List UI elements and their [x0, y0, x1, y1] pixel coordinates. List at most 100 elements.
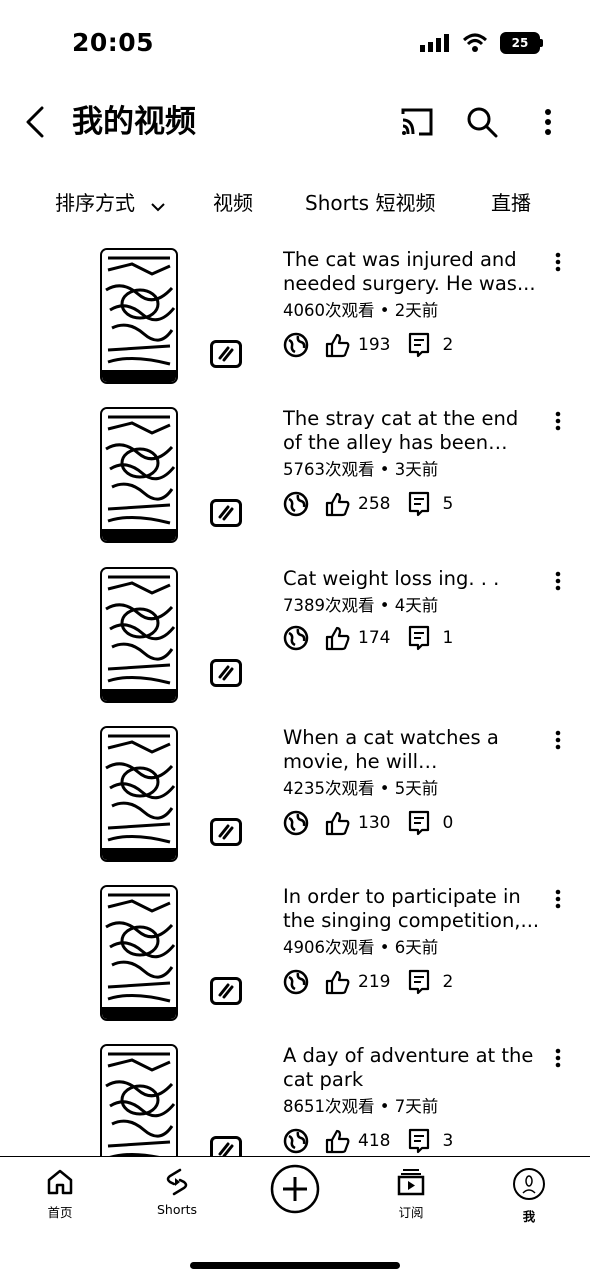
video-row[interactable]: Cat weight loss ing. . . 7389次观看 • 4天前 1… [0, 567, 590, 717]
video-more-button[interactable] [548, 1046, 568, 1070]
video-date: 3天前 [394, 460, 439, 479]
nav-home[interactable]: 首页 [15, 1167, 105, 1221]
video-title[interactable]: When a cat watches a movie, he will some… [283, 726, 541, 774]
globe-icon [283, 332, 309, 358]
globe-icon [283, 625, 309, 651]
video-date: 6天前 [394, 938, 439, 957]
like-count: 174 [358, 628, 391, 648]
video-title[interactable]: The cat was injured and needed surgery. … [283, 248, 541, 296]
video-views: 4060次观看 [283, 301, 375, 320]
status-icons: 25 [420, 28, 543, 58]
tab-live[interactable]: 直播 [491, 185, 531, 221]
more-vert-icon [545, 109, 551, 135]
more-vert-icon [555, 889, 561, 909]
video-more-button[interactable] [548, 887, 568, 911]
more-vert-icon [555, 252, 561, 272]
shorts-badge-icon [210, 977, 242, 1005]
comment-count: 3 [442, 1131, 454, 1151]
video-title[interactable]: A day of adventure at the cat park [283, 1044, 541, 1092]
comment-icon [408, 491, 430, 517]
cast-button[interactable] [395, 100, 439, 144]
video-row[interactable]: The cat was injured and needed surgery. … [0, 248, 590, 398]
more-vert-icon [555, 571, 561, 591]
shorts-badge-icon [210, 499, 242, 527]
nav-shorts[interactable]: Shorts [132, 1167, 222, 1217]
like-icon [325, 810, 351, 836]
sort-dropdown[interactable]: 排序方式 [55, 185, 166, 223]
nav-subscriptions-label: 订阅 [398, 1205, 424, 1220]
home-indicator [190, 1262, 400, 1269]
like-icon [325, 332, 351, 358]
video-row[interactable]: In order to participate in the singing c… [0, 885, 590, 1035]
nav-subscriptions[interactable]: 订阅 [366, 1167, 456, 1221]
video-thumbnail[interactable] [100, 407, 178, 543]
nav-home-label: 首页 [47, 1205, 73, 1220]
video-title[interactable]: Cat weight loss ing. . . [283, 567, 541, 591]
status-time: 20:05 [72, 28, 155, 57]
tab-shorts[interactable]: Shorts 短视频 [305, 185, 435, 221]
video-more-button[interactable] [548, 409, 568, 433]
video-views: 5763次观看 [283, 460, 375, 479]
globe-icon [283, 1128, 309, 1154]
add-icon [270, 1164, 320, 1214]
video-meta: 4060次观看 • 2天前 [283, 300, 438, 322]
like-icon [325, 625, 351, 651]
video-thumbnail[interactable] [100, 1044, 178, 1156]
video-thumbnail[interactable] [100, 567, 178, 703]
search-button[interactable] [460, 100, 504, 144]
video-stats: 174 1 [283, 623, 453, 653]
video-stats: 258 5 [283, 489, 453, 519]
more-vert-icon [555, 411, 561, 431]
video-thumbnail[interactable] [100, 248, 178, 384]
globe-icon [283, 491, 309, 517]
video-row[interactable]: The stray cat at the end of the alley ha… [0, 407, 590, 557]
video-views: 4235次观看 [283, 779, 375, 798]
video-date: 2天前 [394, 301, 439, 320]
video-more-button[interactable] [548, 728, 568, 752]
meta-separator: • [374, 938, 395, 957]
video-title[interactable]: In order to participate in the singing c… [283, 885, 541, 933]
back-button[interactable] [18, 102, 58, 142]
video-row[interactable]: A day of adventure at the cat park 8651次… [0, 1044, 590, 1156]
comment-count: 5 [442, 494, 454, 514]
like-icon [325, 969, 351, 995]
nav-shorts-label: Shorts [156, 1202, 198, 1217]
video-views: 4906次观看 [283, 938, 375, 957]
shorts-badge-icon [210, 340, 242, 368]
shorts-badge-icon [210, 818, 242, 846]
wifi-icon [462, 33, 488, 52]
subscriptions-icon [397, 1169, 425, 1196]
video-meta: 7389次观看 • 4天前 [283, 595, 438, 617]
battery-icon: 25 [500, 32, 543, 54]
like-count: 219 [358, 972, 391, 992]
nav-me[interactable]: 我 [484, 1167, 574, 1225]
video-thumbnail[interactable] [100, 726, 178, 862]
video-date: 5天前 [394, 779, 439, 798]
comment-count: 1 [442, 628, 454, 648]
comment-icon [408, 625, 430, 651]
video-meta: 4906次观看 • 6天前 [283, 937, 438, 959]
comment-count: 2 [442, 972, 454, 992]
video-thumbnail[interactable] [100, 885, 178, 1021]
chevron-down-icon [151, 187, 166, 223]
comment-icon [408, 969, 430, 995]
video-title[interactable]: The stray cat at the end of the alley ha… [283, 407, 541, 455]
create-button[interactable] [250, 1163, 340, 1218]
comment-count: 2 [442, 335, 454, 355]
video-row[interactable]: When a cat watches a movie, he will some… [0, 726, 590, 876]
meta-separator: • [374, 1097, 395, 1116]
globe-icon [283, 969, 309, 995]
meta-separator: • [374, 460, 395, 479]
tab-videos[interactable]: 视频 [213, 185, 253, 221]
comment-icon [408, 332, 430, 358]
comment-count: 0 [442, 813, 454, 833]
video-meta: 5763次观看 • 3天前 [283, 459, 438, 481]
page-title: 我的视频 [72, 104, 196, 140]
video-stats: 418 3 [283, 1126, 453, 1156]
meta-separator: • [374, 301, 395, 320]
video-more-button[interactable] [548, 250, 568, 274]
meta-separator: • [374, 779, 395, 798]
more-button[interactable] [526, 100, 570, 144]
nav-me-label: 我 [522, 1209, 536, 1224]
video-more-button[interactable] [548, 569, 568, 593]
